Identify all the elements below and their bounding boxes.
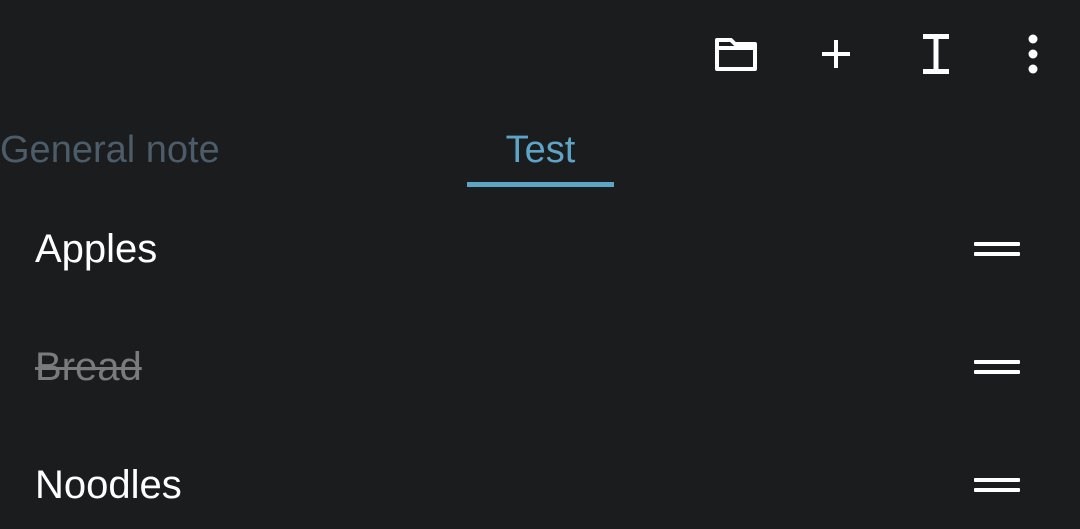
plus-icon	[822, 40, 850, 68]
folder-icon	[715, 38, 757, 71]
toolbar	[686, 18, 1080, 90]
drag-handle-icon	[974, 360, 1020, 374]
text-format-button[interactable]	[886, 18, 986, 90]
tab-test[interactable]: Test	[467, 112, 614, 188]
more-vert-icon	[1028, 34, 1038, 74]
add-button[interactable]	[786, 18, 886, 90]
list-item[interactable]: Apples	[0, 192, 1080, 310]
folder-button[interactable]	[686, 18, 786, 90]
list-item-label: Noodles	[35, 463, 182, 507]
tab-bar: General note Test	[0, 112, 1080, 192]
more-options-button[interactable]	[986, 18, 1080, 90]
tab-indicator	[467, 182, 614, 187]
drag-handle[interactable]	[972, 234, 1022, 264]
tab-general-note[interactable]: General note	[0, 112, 220, 188]
app-root: General note Test Apples Bread Noodles	[0, 0, 1080, 529]
drag-handle-icon	[974, 478, 1020, 492]
list-item-label: Apples	[35, 227, 158, 271]
drag-handle[interactable]	[972, 470, 1022, 500]
list-item[interactable]: Bread	[0, 310, 1080, 428]
drag-handle-icon	[974, 242, 1020, 256]
drag-handle[interactable]	[972, 352, 1022, 382]
text-cursor-icon	[923, 34, 949, 74]
list-item-label: Bread	[35, 345, 142, 389]
checklist: Apples Bread Noodles	[0, 192, 1080, 529]
list-item[interactable]: Noodles	[0, 428, 1080, 529]
